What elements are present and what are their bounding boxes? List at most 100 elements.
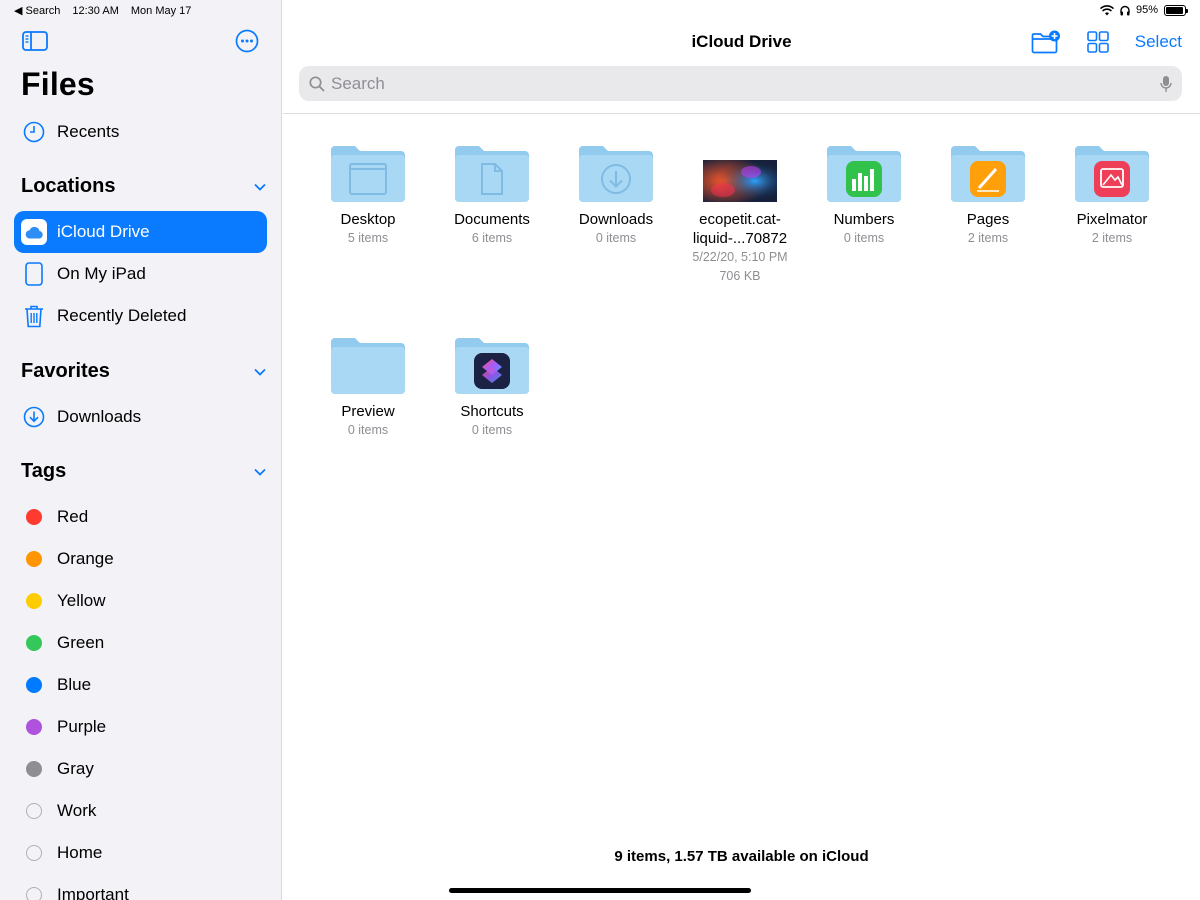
sidebar-tag-important[interactable]: Important — [14, 874, 267, 900]
tag-label: Orange — [57, 549, 114, 568]
sidebar-tag-home[interactable]: Home — [14, 832, 267, 874]
status-bar-right: 95% — [1099, 4, 1188, 16]
select-button[interactable]: Select — [1135, 32, 1182, 52]
item-meta: 2 items — [1091, 231, 1133, 245]
battery-icon — [1164, 4, 1188, 16]
sidebar-item-icloud-drive[interactable]: iCloud Drive — [14, 211, 267, 253]
download-circle-icon — [23, 406, 45, 428]
chevron-down-icon[interactable] — [253, 465, 267, 479]
tag-color-dot — [26, 593, 42, 609]
documents-folder-icon — [455, 146, 529, 202]
numbers-app-folder-icon — [827, 146, 901, 202]
tag-color-dot — [26, 677, 42, 693]
shortcuts-app-folder-icon — [455, 338, 529, 394]
pages-app-folder-icon — [951, 146, 1025, 202]
status-date: Mon May 17 — [130, 4, 192, 17]
tag-label: Blue — [57, 675, 92, 694]
preview-folder-icon — [331, 338, 405, 394]
item-size: 706 KB — [719, 269, 761, 283]
item-name: Pixelmator — [1076, 211, 1148, 228]
more-options-icon[interactable] — [235, 29, 259, 53]
microphone-icon[interactable] — [1160, 75, 1172, 93]
trash-icon — [25, 305, 43, 328]
file-item-pages[interactable]: Pages 2 items — [926, 142, 1050, 248]
file-item-numbers[interactable]: Numbers 0 items — [802, 142, 926, 248]
file-item-shortcuts[interactable]: Shortcuts 0 items — [430, 334, 554, 440]
search-input[interactable] — [331, 73, 1160, 94]
sidebar-tag-green[interactable]: Green — [14, 622, 267, 664]
file-item-pixelmator[interactable]: Pixelmator 2 items — [1050, 142, 1174, 248]
tag-label: Work — [57, 801, 97, 820]
sidebar-tag-orange[interactable]: Orange — [14, 538, 267, 580]
search-bar[interactable] — [299, 66, 1182, 101]
file-item-documents[interactable]: Documents 6 items — [430, 142, 554, 248]
tag-color-dot — [26, 845, 42, 861]
item-name: Desktop — [340, 211, 396, 228]
locations-section-header[interactable]: Locations — [21, 175, 267, 198]
image-thumbnail — [703, 160, 777, 202]
file-item-preview[interactable]: Preview 0 items — [306, 334, 430, 440]
sidebar-tag-work[interactable]: Work — [14, 790, 267, 832]
icloud-icon — [21, 219, 47, 245]
tag-color-dot — [26, 887, 42, 900]
item-meta: 0 items — [347, 423, 389, 437]
tag-color-dot — [26, 761, 42, 777]
item-name: Preview — [341, 403, 395, 420]
item-name: Documents — [454, 211, 530, 228]
storage-summary: 9 items, 1.57 TB available on iCloud — [614, 848, 869, 865]
sidebar: Files Recents Locations iCloud Drive On … — [0, 0, 282, 900]
sidebar-toggle-icon[interactable] — [22, 30, 48, 52]
tag-label: Home — [57, 843, 103, 862]
item-name: Numbers — [833, 211, 895, 228]
item-meta: 0 items — [471, 423, 513, 437]
search-icon — [309, 75, 325, 92]
home-indicator[interactable] — [449, 888, 751, 893]
downloads-folder-icon — [579, 146, 653, 202]
tag-color-dot — [26, 509, 42, 525]
item-date: 5/22/20, 5:10 PM — [692, 250, 788, 264]
sidebar-item-recents[interactable]: Recents — [14, 111, 267, 153]
favorites-section-header[interactable]: Favorites — [21, 360, 267, 383]
item-name: Downloads — [578, 211, 654, 228]
tags-section-header[interactable]: Tags — [21, 460, 267, 483]
tag-label: Purple — [57, 717, 107, 736]
main-content: iCloud Drive Select Desktop 5 items Docu… — [283, 0, 1200, 900]
battery-level — [1166, 6, 1184, 14]
file-item-image[interactable]: ecopetit.cat- liquid-...70872 5/22/20, 5… — [678, 142, 802, 286]
sidebar-item-label: Downloads — [57, 407, 142, 426]
tag-label: Gray — [57, 759, 94, 778]
tag-label: Yellow — [57, 591, 106, 610]
sidebar-tag-blue[interactable]: Blue — [14, 664, 267, 706]
tag-color-dot — [26, 803, 42, 819]
status-time: 12:30 AM — [72, 4, 119, 17]
tag-color-dot — [26, 551, 42, 567]
item-name: Pages — [966, 211, 1010, 228]
item-name: Shortcuts — [460, 403, 524, 420]
item-meta: 0 items — [843, 231, 885, 245]
files-app: ◀ Search 12:30 AM Mon May 17 95% Files R… — [0, 0, 1200, 900]
header-divider — [283, 113, 1200, 114]
sidebar-item-label: Recents — [57, 122, 120, 141]
sidebar-tag-yellow[interactable]: Yellow — [14, 580, 267, 622]
file-item-desktop[interactable]: Desktop 5 items — [306, 142, 430, 248]
tag-color-dot — [26, 719, 42, 735]
status-bar-left: ◀ Search 12:30 AM Mon May 17 — [14, 4, 192, 18]
chevron-down-icon[interactable] — [253, 365, 267, 379]
tag-label: Red — [57, 507, 89, 526]
sidebar-item-downloads[interactable]: Downloads — [14, 396, 267, 438]
sidebar-tag-purple[interactable]: Purple — [14, 706, 267, 748]
back-to-search-link[interactable]: ◀ Search — [14, 4, 60, 17]
sidebar-item-label: iCloud Drive — [57, 222, 150, 241]
headphones-icon — [1120, 5, 1130, 15]
sidebar-tag-gray[interactable]: Gray — [14, 748, 267, 790]
file-item-downloads[interactable]: Downloads 0 items — [554, 142, 678, 248]
grid-view-icon[interactable] — [1086, 31, 1109, 53]
new-folder-icon[interactable] — [1031, 30, 1061, 54]
item-meta: 6 items — [471, 231, 513, 245]
chevron-down-icon[interactable] — [253, 180, 267, 194]
sidebar-tag-red[interactable]: Red — [14, 496, 267, 538]
section-title: Favorites — [21, 360, 110, 382]
item-name: ecopetit.cat- liquid-...70872 — [692, 211, 788, 247]
sidebar-item-on-my-ipad[interactable]: On My iPad — [14, 253, 267, 295]
sidebar-item-recently-deleted[interactable]: Recently Deleted — [14, 295, 267, 337]
